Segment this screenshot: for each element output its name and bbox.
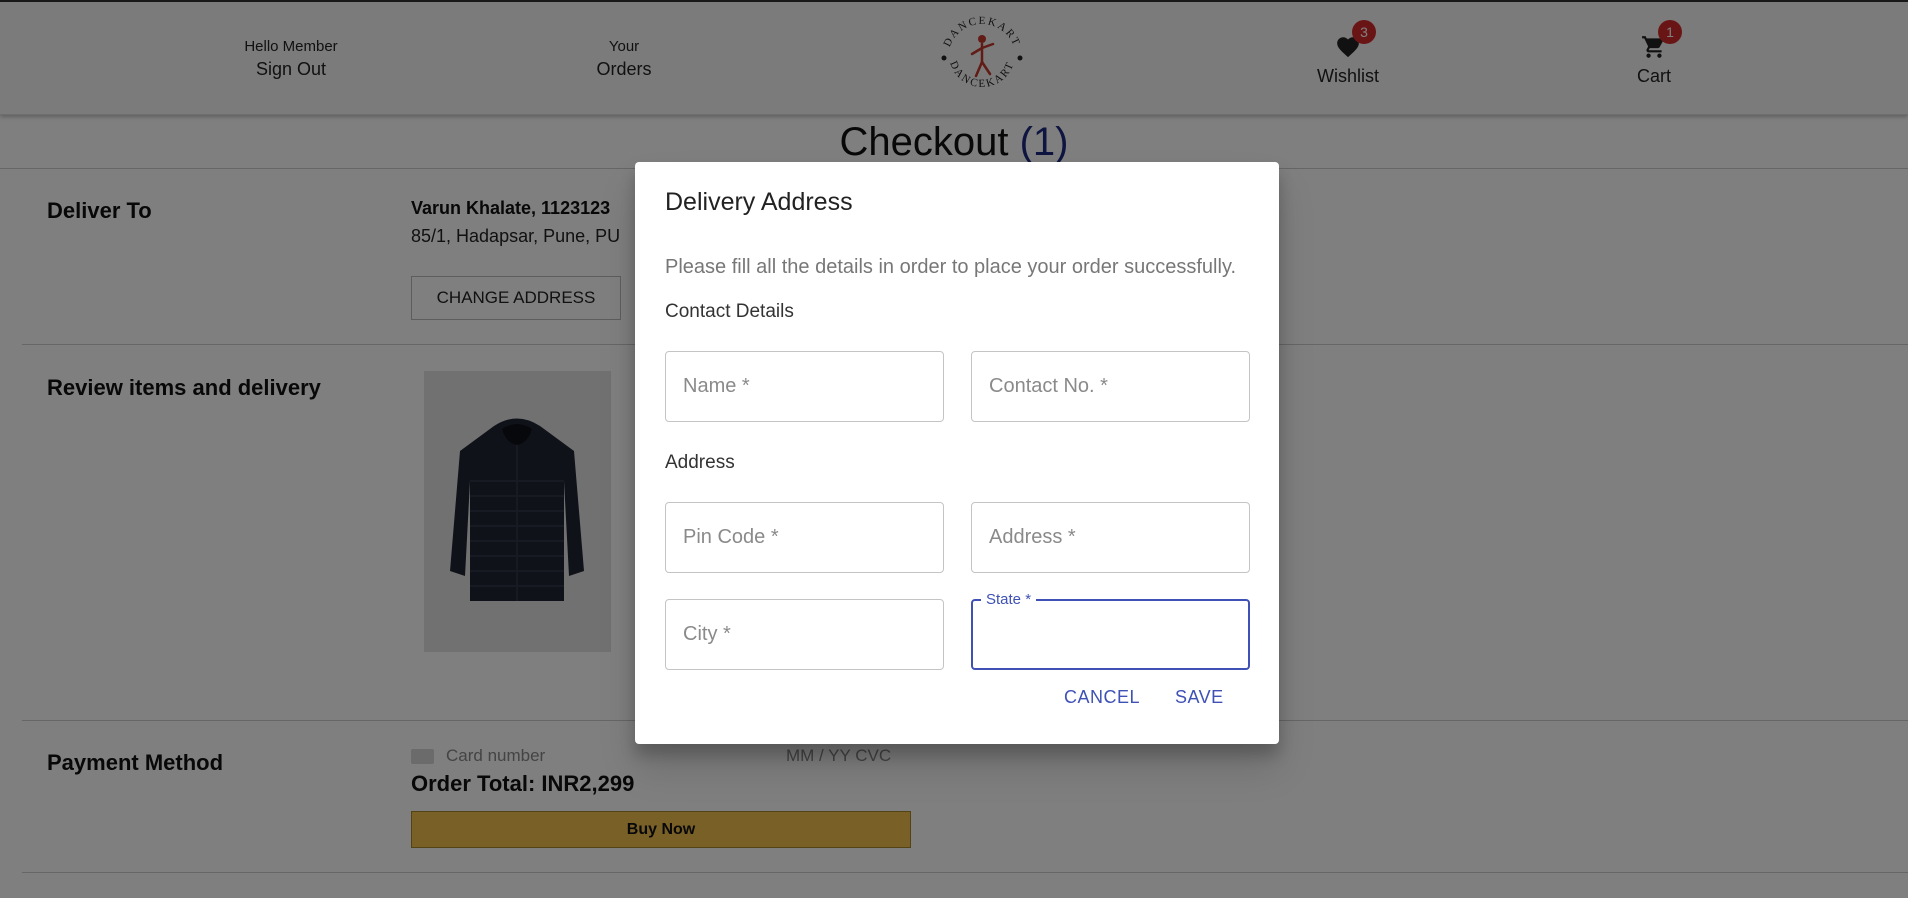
address-placeholder: Address * bbox=[989, 526, 1076, 548]
contact-number-placeholder: Contact No. * bbox=[989, 375, 1108, 397]
contact-number-field[interactable]: Contact No. * bbox=[971, 351, 1250, 422]
name-field[interactable]: Name * bbox=[665, 351, 944, 422]
cancel-button[interactable]: CANCEL bbox=[1064, 687, 1140, 708]
city-field[interactable]: City * bbox=[665, 599, 944, 670]
address-heading: Address bbox=[665, 452, 735, 473]
pin-code-field[interactable]: Pin Code * bbox=[665, 502, 944, 573]
address-field[interactable]: Address * bbox=[971, 502, 1250, 573]
dialog-title: Delivery Address bbox=[665, 188, 853, 216]
delivery-address-dialog: Delivery Address Please fill all the det… bbox=[635, 162, 1279, 744]
save-button[interactable]: SAVE bbox=[1175, 687, 1224, 708]
pin-code-placeholder: Pin Code * bbox=[683, 526, 779, 548]
city-placeholder: City * bbox=[683, 623, 731, 645]
state-field[interactable]: State * bbox=[971, 591, 1250, 670]
contact-details-heading: Contact Details bbox=[665, 301, 794, 322]
dialog-instruction: Please fill all the details in order to … bbox=[665, 256, 1237, 278]
name-placeholder: Name * bbox=[683, 375, 750, 397]
state-label: State * bbox=[981, 591, 1037, 608]
